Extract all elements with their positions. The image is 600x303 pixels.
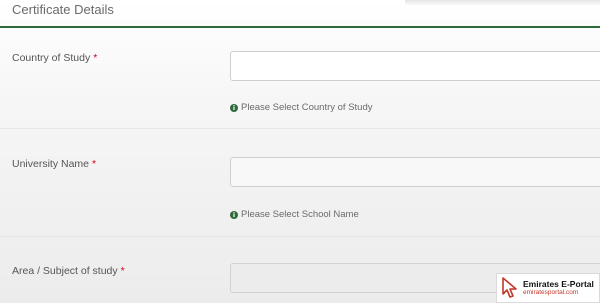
watermark-text: Emirates E-Portal emiratesportal.com xyxy=(523,278,594,297)
field-divider xyxy=(0,128,600,129)
country-of-study-label: Country of Study * xyxy=(12,52,97,64)
emirates-eportal-watermark: Emirates E-Portal emiratesportal.com xyxy=(496,273,600,303)
university-name-select[interactable] xyxy=(230,157,600,187)
country-of-study-hint: i Please Select Country of Study xyxy=(230,102,373,113)
area-subject-label: Area / Subject of study * xyxy=(12,265,125,277)
watermark-url: emiratesportal.com xyxy=(523,289,579,297)
field-divider xyxy=(0,236,600,237)
country-of-study-label-text: Country of Study xyxy=(12,52,91,64)
country-of-study-select[interactable] xyxy=(230,51,600,81)
university-name-hint: i Please Select School Name xyxy=(230,209,359,220)
university-name-hint-text: Please Select School Name xyxy=(241,209,359,220)
required-asterisk: * xyxy=(93,52,98,64)
university-name-label: University Name * xyxy=(12,158,96,170)
country-of-study-hint-text: Please Select Country of Study xyxy=(241,102,373,113)
cursor-logo-icon xyxy=(502,277,517,298)
certificate-details-form: Certificate Details Country of Study * i … xyxy=(0,0,600,303)
section-title: Certificate Details xyxy=(12,2,114,17)
watermark-title: Emirates E-Portal xyxy=(523,278,594,289)
info-icon: i xyxy=(230,103,238,112)
required-asterisk: * xyxy=(120,265,125,277)
area-subject-label-text: Area / Subject of study xyxy=(12,265,118,277)
required-asterisk: * xyxy=(92,158,97,170)
info-icon: i xyxy=(230,210,238,219)
university-name-label-text: University Name xyxy=(12,158,90,170)
top-shadow xyxy=(405,0,600,6)
section-title-underline xyxy=(0,26,600,28)
